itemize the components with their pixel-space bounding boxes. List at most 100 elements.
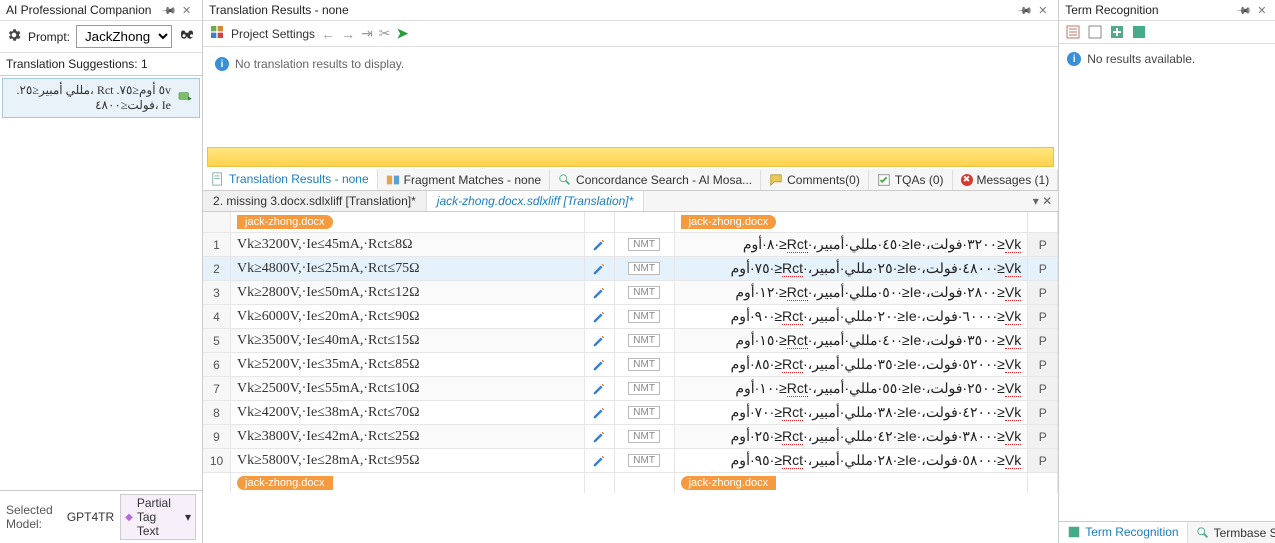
row-number[interactable]: 3 bbox=[203, 281, 231, 305]
source-cell[interactable]: Vk≥2500V,·Ie≤55mA,·Rct≤10Ω bbox=[231, 377, 585, 401]
doc-tab-menu[interactable]: ▾ ✕ bbox=[1027, 194, 1058, 208]
nmt-badge: NMT bbox=[615, 233, 675, 257]
pin-icon[interactable] bbox=[1237, 3, 1251, 17]
status-flag: P bbox=[1028, 233, 1058, 257]
edit-icon[interactable] bbox=[585, 233, 615, 257]
target-cell[interactable]: Vk≤٢٥٠٠·فولت،·Ie≤·٥٥·مللي·أمبير،·Rct≤·١٠… bbox=[675, 377, 1029, 401]
row-number[interactable]: 7 bbox=[203, 377, 231, 401]
project-settings-icon[interactable] bbox=[209, 24, 225, 43]
nmt-badge: NMT bbox=[615, 257, 675, 281]
source-cell[interactable]: Vk≥5800V,·Ie≤28mA,·Rct≤95Ω bbox=[231, 449, 585, 473]
error-icon: ✖ bbox=[961, 174, 973, 186]
target-cell[interactable]: Vk≤·٤٨٠٠·فولت،·Ie≤·٢٥·مللي·أمبير،·Rct≤·٧… bbox=[675, 257, 1029, 281]
tr-panel-header: Translation Results - none bbox=[203, 0, 1058, 21]
source-cell[interactable]: Vk≥2800V,·Ie≤50mA,·Rct≤12Ω bbox=[231, 281, 585, 305]
close-icon[interactable] bbox=[1038, 3, 1052, 17]
cut-icon[interactable]: ✂ bbox=[379, 25, 391, 42]
tab-label: Concordance Search - Al Mosa... bbox=[576, 173, 752, 187]
tab-label: TQAs (0) bbox=[895, 173, 944, 187]
tag-mode-select[interactable]: ◆ Partial Tag Text ▾ bbox=[120, 494, 196, 540]
target-cell[interactable]: Vk≤·٦٠٠٠·فولت،·Ie≤·٢٠·مللي·أمبير،·Rct≤·٩… bbox=[675, 305, 1029, 329]
edit-icon[interactable] bbox=[585, 305, 615, 329]
tab-concordance[interactable]: Concordance Search - Al Mosa... bbox=[550, 170, 761, 190]
add-term-icon[interactable] bbox=[1109, 24, 1125, 40]
row-number[interactable]: 10 bbox=[203, 449, 231, 473]
target-cell[interactable]: Vk≤٢٨٠٠·فولت،·Ie≤·٥٠·مللي·أمبير،·Rct≤·١٢… bbox=[675, 281, 1029, 305]
apply-icon[interactable]: ➤ bbox=[397, 25, 409, 42]
source-cell[interactable]: Vk≥5200V,·Ie≤35mA,·Rct≤85Ω bbox=[231, 353, 585, 377]
edit-icon[interactable] bbox=[585, 257, 615, 281]
gear-icon[interactable] bbox=[6, 27, 22, 46]
term-panel-title: Term Recognition bbox=[1065, 3, 1231, 17]
editor[interactable]: jack-zhong.docx jack-zhong.docx 1Vk≥3200… bbox=[203, 212, 1058, 543]
edit-icon[interactable] bbox=[585, 281, 615, 305]
chevron-down-icon: ▾ bbox=[185, 510, 191, 524]
term-tabstrip: Term Recognition Termbase Search bbox=[1059, 521, 1275, 543]
row-number[interactable]: 5 bbox=[203, 329, 231, 353]
settings-term-icon[interactable] bbox=[1131, 24, 1147, 40]
prev-icon[interactable]: ← bbox=[321, 26, 335, 42]
prompt-select[interactable]: JackZhong bbox=[76, 25, 172, 48]
tab-tqas[interactable]: TQAs (0) bbox=[869, 170, 953, 190]
edit-icon[interactable] bbox=[585, 377, 615, 401]
target-cell[interactable]: Vk≤·٥٢٠٠·فولت،·Ie≤·٣٥·مللي·أمبير،·Rct≤·٨… bbox=[675, 353, 1029, 377]
binoculars-icon[interactable] bbox=[178, 26, 196, 47]
target-cell[interactable]: Vk≤٣٥٠٠·فولت،·Ie≤·٤٠·مللي·أمبير،·Rct≤·١٥… bbox=[675, 329, 1029, 353]
goto-end-icon[interactable]: ⇥ bbox=[361, 25, 373, 42]
pin-icon[interactable] bbox=[1018, 3, 1032, 17]
target-cell[interactable]: Vk≤·٤٢٠٠·فولت،·Ie≤·٣٨·مللي·أمبير،·Rct≤·٧… bbox=[675, 401, 1029, 425]
close-icon[interactable] bbox=[1257, 3, 1271, 17]
termbase-icon[interactable] bbox=[1065, 24, 1081, 40]
source-cell[interactable]: Vk≥4200V,·Ie≤38mA,·Rct≤70Ω bbox=[231, 401, 585, 425]
tag-mode-label: Partial Tag Text bbox=[137, 496, 181, 538]
tab-comments[interactable]: Comments(0) bbox=[761, 170, 869, 190]
tr-body: i No translation results to display. bbox=[203, 47, 1058, 147]
edit-icon[interactable] bbox=[585, 425, 615, 449]
doc-tab-2[interactable]: jack-zhong.docx.sdlxliff [Translation]* bbox=[427, 191, 645, 211]
row-number[interactable]: 2 bbox=[203, 257, 231, 281]
apply-suggestion-icon[interactable] bbox=[177, 90, 193, 106]
term-panel: Term Recognition i No results available.… bbox=[1059, 0, 1275, 543]
row-number[interactable]: 4 bbox=[203, 305, 231, 329]
edit-icon[interactable] bbox=[585, 329, 615, 353]
doc-tab-1[interactable]: 2. missing 3.docx.sdlxliff [Translation]… bbox=[203, 191, 427, 211]
row-number[interactable]: 1 bbox=[203, 233, 231, 257]
row-number[interactable]: 9 bbox=[203, 425, 231, 449]
target-cell[interactable]: Vk≤·٣٨٠٠·فولت،·Ie≤·٤٢·مللي·أمبير،·Rct≤·٢… bbox=[675, 425, 1029, 449]
row-number[interactable]: 8 bbox=[203, 401, 231, 425]
tqa-icon bbox=[877, 173, 891, 187]
ai-suggestion-row[interactable]: ٥v أوم≤٧٥. Rct ،مللي أمبير≤٢٥. Ie ،فولت≤… bbox=[2, 78, 200, 118]
tab-label: Comments(0) bbox=[787, 173, 860, 187]
search-icon bbox=[1196, 526, 1210, 540]
status-flag: P bbox=[1028, 329, 1058, 353]
nmt-badge: NMT bbox=[615, 377, 675, 401]
target-crumb: jack-zhong.docx bbox=[681, 215, 777, 229]
row-number[interactable]: 6 bbox=[203, 353, 231, 377]
close-icon[interactable] bbox=[182, 3, 196, 17]
target-cell[interactable]: Vk≤٣٢٠٠·فولت،·Ie≤·٤٥·مللي·أمبير،·Rct≤·٨·… bbox=[675, 233, 1029, 257]
tab-termbase-search[interactable]: Termbase Search bbox=[1188, 522, 1275, 543]
tab-label: Fragment Matches - none bbox=[404, 173, 541, 187]
term-icon bbox=[1067, 525, 1081, 539]
next-icon[interactable]: → bbox=[341, 26, 355, 42]
source-cell[interactable]: Vk≥6000V,·Ie≤20mA,·Rct≤90Ω bbox=[231, 305, 585, 329]
project-settings-label[interactable]: Project Settings bbox=[231, 27, 315, 41]
tab-label: Translation Results - none bbox=[229, 172, 369, 186]
edit-icon[interactable] bbox=[585, 401, 615, 425]
source-cell[interactable]: Vk≥4800V,·Ie≤25mA,·Rct≤75Ω bbox=[231, 257, 585, 281]
tr-panel-title: Translation Results - none bbox=[209, 3, 1012, 17]
pin-icon[interactable] bbox=[162, 3, 176, 17]
edit-icon[interactable] bbox=[585, 449, 615, 473]
ai-panel-title: AI Professional Companion bbox=[6, 3, 156, 17]
view-term-icon[interactable] bbox=[1087, 24, 1103, 40]
tab-term-recognition[interactable]: Term Recognition bbox=[1059, 522, 1187, 543]
target-cell[interactable]: Vk≤·٥٨٠٠·فولت،·Ie≤·٢٨·مللي·أمبير،·Rct≤·٩… bbox=[675, 449, 1029, 473]
tab-fragment-matches[interactable]: Fragment Matches - none bbox=[378, 170, 550, 190]
tab-translation-results[interactable]: Translation Results - none bbox=[203, 169, 378, 190]
source-cell[interactable]: Vk≥3200V,·Ie≤45mA,·Rct≤8Ω bbox=[231, 233, 585, 257]
edit-icon[interactable] bbox=[585, 353, 615, 377]
source-cell[interactable]: Vk≥3800V,·Ie≤42mA,·Rct≤25Ω bbox=[231, 425, 585, 449]
source-cell[interactable]: Vk≥3500V,·Ie≤40mA,·Rct≤15Ω bbox=[231, 329, 585, 353]
tab-messages[interactable]: ✖ Messages (1) bbox=[953, 170, 1059, 190]
info-icon: i bbox=[215, 57, 229, 71]
